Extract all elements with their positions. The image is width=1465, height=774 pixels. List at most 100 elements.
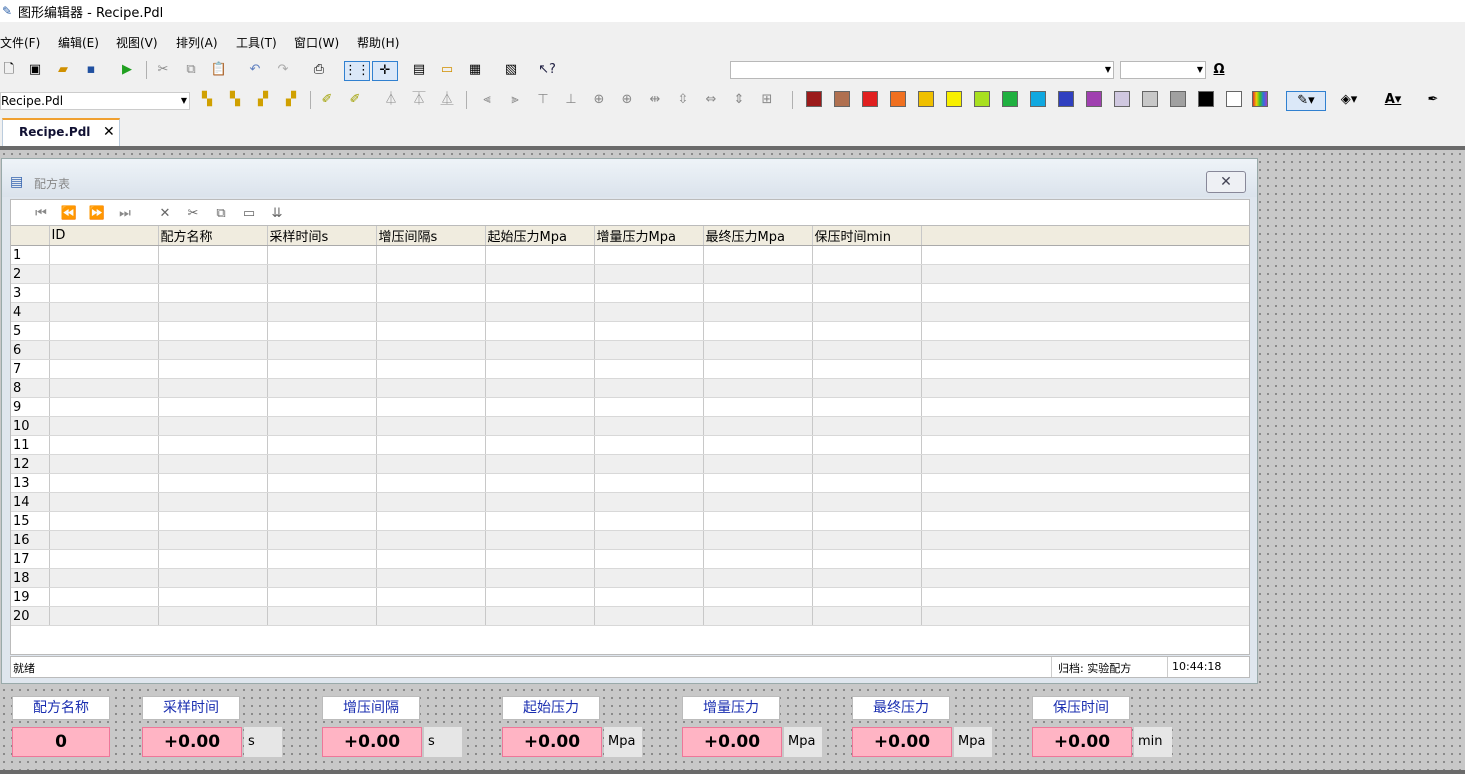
color-swatch-orange[interactable]	[890, 91, 906, 107]
table-cell[interactable]	[49, 549, 159, 569]
table-row[interactable]: 7	[11, 359, 1249, 379]
table-cell[interactable]	[49, 587, 159, 607]
field-value-sample-time[interactable]: +0.00	[142, 727, 242, 757]
table-cell[interactable]	[703, 568, 813, 588]
table-cell[interactable]	[485, 321, 595, 341]
table-cell[interactable]	[921, 397, 1249, 417]
table-row[interactable]: 2	[11, 264, 1249, 284]
table-cell[interactable]	[812, 264, 922, 284]
table-cell[interactable]	[158, 473, 268, 493]
table-cell[interactable]	[921, 245, 1249, 265]
color-swatch-black[interactable]	[1198, 91, 1214, 107]
table-cell[interactable]	[703, 511, 813, 531]
table-cell[interactable]	[594, 492, 704, 512]
table-cell[interactable]	[376, 492, 486, 512]
field-value-increment-pressure[interactable]: +0.00	[682, 727, 782, 757]
table-cell[interactable]	[594, 378, 704, 398]
table-cell[interactable]	[921, 492, 1249, 512]
table-cell[interactable]	[485, 245, 595, 265]
table-cell[interactable]	[921, 511, 1249, 531]
table-cell[interactable]	[594, 397, 704, 417]
table-row[interactable]: 8	[11, 378, 1249, 398]
table-cell[interactable]	[267, 435, 377, 455]
table-cell[interactable]	[594, 454, 704, 474]
table-cell[interactable]	[812, 435, 922, 455]
table-cell[interactable]	[376, 530, 486, 550]
table-cell[interactable]	[594, 302, 704, 322]
table-cell[interactable]	[158, 606, 268, 626]
table-cell[interactable]	[812, 568, 922, 588]
table-cell[interactable]	[594, 283, 704, 303]
table-cell[interactable]	[921, 549, 1249, 569]
table-cell[interactable]	[267, 283, 377, 303]
layers-icon[interactable]: ▤	[410, 61, 428, 79]
table-cell[interactable]	[703, 264, 813, 284]
table-cell[interactable]	[267, 302, 377, 322]
table-cell[interactable]	[49, 568, 159, 588]
table-cell[interactable]	[485, 568, 595, 588]
table-cell[interactable]	[812, 321, 922, 341]
table-cell[interactable]	[594, 606, 704, 626]
table-cell[interactable]	[267, 606, 377, 626]
table-cell[interactable]	[703, 606, 813, 626]
table-cell[interactable]	[703, 549, 813, 569]
table-cell[interactable]	[921, 606, 1249, 626]
center-h-icon[interactable]: ⊕	[590, 91, 608, 109]
rotate-icon[interactable]: ✐	[318, 91, 336, 109]
close-button[interactable]: ✕	[1206, 171, 1246, 193]
first-record-icon[interactable]: ⏮	[31, 203, 51, 223]
font-size-combo[interactable]: ▼	[1120, 61, 1206, 79]
table-cell[interactable]	[921, 302, 1249, 322]
copy-icon[interactable]: ⧉	[211, 203, 231, 223]
table-cell[interactable]	[49, 492, 159, 512]
table-cell[interactable]	[812, 302, 922, 322]
table-cell[interactable]	[158, 245, 268, 265]
color-swatch-lime[interactable]	[974, 91, 990, 107]
table-cell[interactable]	[485, 454, 595, 474]
column-header[interactable]: 采样时间s	[267, 226, 377, 246]
table-cell[interactable]	[485, 359, 595, 379]
table-cell[interactable]	[485, 283, 595, 303]
table-cell[interactable]	[594, 473, 704, 493]
delete-icon[interactable]: ✕	[155, 203, 175, 223]
align-right-icon[interactable]: ⫸	[506, 91, 524, 109]
table-cell[interactable]	[376, 321, 486, 341]
table-cell[interactable]	[812, 587, 922, 607]
menu-edit[interactable]: 编辑(E)	[58, 34, 99, 51]
table-cell[interactable]	[812, 397, 922, 417]
table-cell[interactable]	[703, 378, 813, 398]
table-cell[interactable]	[703, 321, 813, 341]
undo-icon[interactable]: ↶	[246, 61, 264, 79]
menu-window[interactable]: 窗口(W)	[294, 34, 339, 51]
table-row[interactable]: 20	[11, 606, 1249, 626]
document-combo[interactable]: Recipe.Pdl ▼	[0, 92, 190, 110]
paste-icon[interactable]: ▭	[239, 203, 259, 223]
table-cell[interactable]	[158, 549, 268, 569]
menu-help[interactable]: 帮助(H)	[357, 34, 399, 51]
table-cell[interactable]	[921, 416, 1249, 436]
table-cell[interactable]	[267, 587, 377, 607]
table-cell[interactable]	[158, 378, 268, 398]
table-cell[interactable]	[485, 435, 595, 455]
table-cell[interactable]	[376, 245, 486, 265]
table-cell[interactable]	[921, 568, 1249, 588]
layer-down-icon[interactable]: ▞	[282, 91, 300, 109]
redo-icon[interactable]: ↷	[274, 61, 292, 79]
table-cell[interactable]	[49, 283, 159, 303]
color-swatch-purple[interactable]	[1086, 91, 1102, 107]
same-height-icon[interactable]: ⇕	[730, 91, 748, 109]
column-header[interactable]: 最终压力Mpa	[703, 226, 813, 246]
table-cell[interactable]	[158, 340, 268, 360]
table-row[interactable]: 16	[11, 530, 1249, 550]
table-cell[interactable]	[49, 530, 159, 550]
cut-icon[interactable]: ✂	[183, 203, 203, 223]
table-cell[interactable]	[267, 492, 377, 512]
table-cell[interactable]	[49, 511, 159, 531]
table-cell[interactable]	[376, 378, 486, 398]
field-value-recipe-name[interactable]: 0	[12, 727, 110, 757]
flip-h-icon[interactable]: ⏃	[382, 91, 400, 109]
table-row[interactable]: 11	[11, 435, 1249, 455]
table-cell[interactable]	[594, 359, 704, 379]
table-cell[interactable]	[376, 606, 486, 626]
table-cell[interactable]	[921, 378, 1249, 398]
